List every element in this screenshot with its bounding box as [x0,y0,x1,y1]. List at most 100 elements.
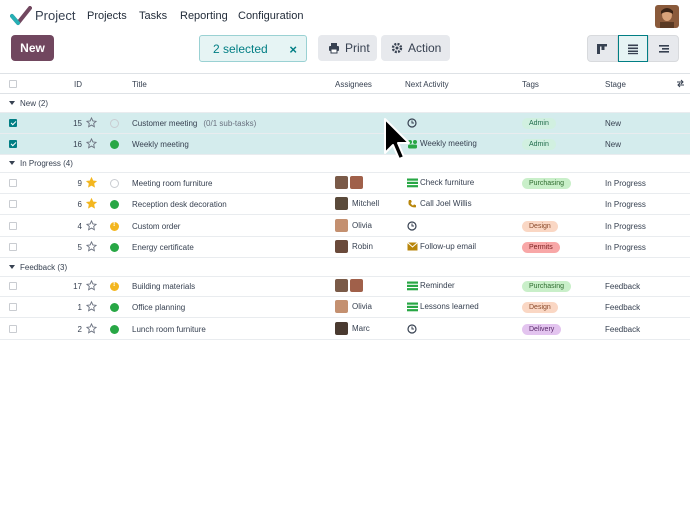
optional-columns-icon[interactable] [676,79,685,88]
star-outline-icon[interactable] [86,323,97,334]
menu-reporting[interactable]: Reporting [180,10,228,22]
status-indicator[interactable] [110,325,119,334]
group-header-in-progress[interactable]: In Progress (4) [0,155,690,173]
table-row[interactable]: 15 Customer meeting (0/1 sub-tasks) Admin Ne… [0,113,690,134]
mouse-cursor-icon [384,118,410,160]
table-row[interactable]: 5 Energy certificate Robin Follow-up email P… [0,237,690,258]
table-row[interactable]: 16 Weekly meeting Weekly meeting Admin New [0,134,690,155]
group-label: Feedback (3) [20,263,68,272]
column-id[interactable]: ID [74,80,82,89]
user-avatar[interactable] [655,5,679,28]
row-checkbox[interactable] [9,119,17,127]
app-name[interactable]: Project [35,8,75,23]
table-row[interactable]: 17 Building materials Reminder Purchasing Fe… [0,276,690,297]
table-row[interactable]: 9 Meeting room furniture Check furniture Pu… [0,173,690,194]
list-view-button[interactable] [617,35,649,62]
menu-projects[interactable]: Projects [87,10,127,22]
row-checkbox[interactable] [9,179,17,187]
status-indicator[interactable] [110,200,119,209]
row-checkbox[interactable] [9,325,17,333]
row-checkbox[interactable] [9,222,17,230]
selected-count-label: 2 selected [213,41,268,56]
clear-selection-icon[interactable]: × [289,42,297,57]
column-assignees[interactable]: Assignees [335,80,372,89]
clock-icon [407,221,417,231]
table-row[interactable]: 1 Office planning Olivia Lessons learned Des… [0,297,690,318]
task-id: 4 [77,222,82,231]
print-button[interactable]: Print [318,35,377,61]
table-row[interactable]: 2 Lunch room furniture Marc Delivery Feedbac… [0,319,690,340]
next-activity[interactable] [407,221,420,231]
status-indicator[interactable] [110,179,119,188]
activity-view-button[interactable] [648,35,680,62]
column-next-activity[interactable]: Next Activity [405,80,449,89]
assignees[interactable] [335,279,365,292]
assignees[interactable]: Olivia [335,219,372,232]
column-tags[interactable]: Tags [522,80,539,89]
task-title[interactable]: Custom order [132,222,180,231]
status-indicator[interactable] [110,221,119,231]
group-header-feedback[interactable]: Feedback (3) [0,259,690,277]
next-activity[interactable]: Lessons learned [407,302,479,312]
star-filled-icon[interactable] [86,198,97,209]
task-id: 5 [77,243,82,252]
column-title[interactable]: Title [132,80,147,89]
task-title[interactable]: Meeting room furniture [132,179,212,188]
star-filled-icon[interactable] [86,177,97,188]
assignees[interactable]: Marc [335,322,370,335]
table-row[interactable]: 4 Custom order Olivia Design In Progress [0,216,690,237]
row-checkbox[interactable] [9,200,17,208]
star-outline-icon[interactable] [86,220,97,231]
row-checkbox[interactable] [9,243,17,251]
row-checkbox[interactable] [9,140,17,148]
task-title[interactable]: Office planning [132,303,185,312]
task-title[interactable]: Energy certificate [132,243,194,252]
task-title-text: Building materials [132,282,196,291]
status-indicator[interactable] [110,243,119,252]
assignee-avatar [335,176,348,189]
next-activity[interactable]: Weekly meeting [407,139,477,149]
task-title[interactable]: Lunch room furniture [132,325,206,334]
menu-configuration[interactable]: Configuration [238,10,303,22]
star-outline-icon[interactable] [86,301,97,312]
stage-label: Feedback [605,303,641,312]
tag-badge: Permits [522,242,560,253]
table-row[interactable]: 6 Reception desk decoration Mitchell Call J… [0,194,690,215]
assignees[interactable]: Robin [335,240,373,253]
task-title[interactable]: Weekly meeting [132,140,189,149]
star-outline-icon[interactable] [86,241,97,252]
next-activity[interactable]: Check furniture [407,178,474,188]
status-indicator[interactable] [110,140,119,149]
tag-badge: Purchasing [522,178,572,189]
new-button[interactable]: New [11,35,54,61]
kanban-view-button[interactable] [587,35,618,62]
group-header-new[interactable]: New (2) [0,95,690,113]
star-outline-icon[interactable] [86,117,97,128]
status-indicator[interactable] [110,119,119,128]
next-activity[interactable]: Call Joel Willis [407,199,472,208]
todo-icon [407,178,418,188]
assignee-name: Mitchell [352,199,380,208]
app-logo-icon[interactable] [10,6,32,26]
task-title[interactable]: Reception desk decoration [132,200,227,209]
status-indicator[interactable] [110,281,119,291]
status-indicator[interactable] [110,303,119,312]
row-checkbox[interactable] [9,282,17,290]
top-navbar: Project Projects Tasks Reporting Configu… [0,0,690,32]
next-activity[interactable]: Follow-up email [407,242,476,251]
select-all-checkbox[interactable] [9,80,17,88]
column-stage[interactable]: Stage [605,80,626,89]
assignees[interactable]: Mitchell [335,197,379,210]
task-title[interactable]: Customer meeting (0/1 sub-tasks) [132,119,256,128]
star-outline-icon[interactable] [86,280,97,291]
assignees[interactable] [335,176,365,189]
row-checkbox[interactable] [9,303,17,311]
next-activity[interactable]: Reminder [407,281,455,291]
assignees[interactable]: Olivia [335,300,372,313]
group-label: In Progress (4) [20,159,73,168]
star-outline-icon[interactable] [86,138,97,149]
action-button[interactable]: Action [381,35,450,61]
menu-tasks[interactable]: Tasks [139,10,167,22]
task-title[interactable]: Building materials [132,282,195,291]
next-activity[interactable] [407,324,420,334]
